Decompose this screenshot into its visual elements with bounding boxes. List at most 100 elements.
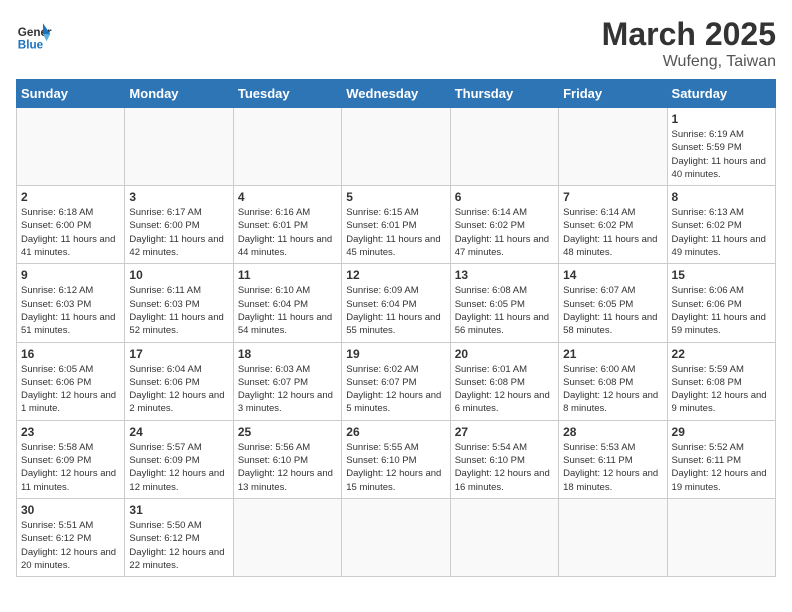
table-row (233, 108, 341, 186)
header-thursday: Thursday (450, 80, 558, 108)
table-row (342, 108, 450, 186)
day-info: Sunrise: 5:53 AM Sunset: 6:11 PM Dayligh… (563, 441, 662, 494)
day-number: 10 (129, 268, 228, 282)
table-row: 21 Sunrise: 6:00 AM Sunset: 6:08 PM Dayli… (559, 342, 667, 420)
table-row: 25 Sunrise: 5:56 AM Sunset: 6:10 PM Dayli… (233, 420, 341, 498)
day-info: Sunrise: 5:50 AM Sunset: 6:12 PM Dayligh… (129, 519, 228, 572)
calendar-row: 23Sunrise: 5:58 AM Sunset: 6:09 PM Dayli… (17, 420, 776, 498)
day-info: Sunrise: 5:59 AM Sunset: 6:08 PM Dayligh… (672, 363, 771, 416)
day-number: 17 (129, 347, 228, 361)
day-number: 7 (563, 190, 662, 204)
header-sunday: Sunday (17, 80, 125, 108)
day-number: 16 (21, 347, 120, 361)
day-info: Sunrise: 6:11 AM Sunset: 6:03 PM Dayligh… (129, 284, 228, 337)
calendar-row: 30Sunrise: 5:51 AM Sunset: 6:12 PM Dayli… (17, 498, 776, 576)
day-info: Sunrise: 6:16 AM Sunset: 6:01 PM Dayligh… (238, 206, 337, 259)
day-number: 30 (21, 503, 120, 517)
day-number: 22 (672, 347, 771, 361)
table-row: 22 Sunrise: 5:59 AM Sunset: 6:08 PM Dayli… (667, 342, 775, 420)
day-number: 23 (21, 425, 120, 439)
day-number: 3 (129, 190, 228, 204)
table-row: 15Sunrise: 6:06 AM Sunset: 6:06 PM Dayli… (667, 264, 775, 342)
table-row (450, 498, 558, 576)
header-monday: Monday (125, 80, 233, 108)
table-row: 6 Sunrise: 6:14 AM Sunset: 6:02 PM Daylig… (450, 186, 558, 264)
table-row: 5 Sunrise: 6:15 AM Sunset: 6:01 PM Daylig… (342, 186, 450, 264)
day-number: 19 (346, 347, 445, 361)
calendar-title: March 2025 (602, 16, 776, 53)
table-row: 13Sunrise: 6:08 AM Sunset: 6:05 PM Dayli… (450, 264, 558, 342)
table-row (559, 498, 667, 576)
logo: General Blue (16, 16, 52, 52)
table-row: 17 Sunrise: 6:04 AM Sunset: 6:06 PM Dayli… (125, 342, 233, 420)
table-row (342, 498, 450, 576)
day-number: 29 (672, 425, 771, 439)
table-row: 24Sunrise: 5:57 AM Sunset: 6:09 PM Dayli… (125, 420, 233, 498)
day-number: 14 (563, 268, 662, 282)
day-info: Sunrise: 6:05 AM Sunset: 6:06 PM Dayligh… (21, 363, 120, 416)
table-row: 8Sunrise: 6:13 AM Sunset: 6:02 PM Daylig… (667, 186, 775, 264)
day-info: Sunrise: 6:01 AM Sunset: 6:08 PM Dayligh… (455, 363, 554, 416)
day-info: Sunrise: 6:09 AM Sunset: 6:04 PM Dayligh… (346, 284, 445, 337)
generalblue-logo-icon: General Blue (16, 16, 52, 52)
day-info: Sunrise: 6:04 AM Sunset: 6:06 PM Dayligh… (129, 363, 228, 416)
day-info: Sunrise: 6:17 AM Sunset: 6:00 PM Dayligh… (129, 206, 228, 259)
day-number: 11 (238, 268, 337, 282)
table-row: 18Sunrise: 6:03 AM Sunset: 6:07 PM Dayli… (233, 342, 341, 420)
table-row: 29Sunrise: 5:52 AM Sunset: 6:11 PM Dayli… (667, 420, 775, 498)
day-info: Sunrise: 5:54 AM Sunset: 6:10 PM Dayligh… (455, 441, 554, 494)
table-row: 14 Sunrise: 6:07 AM Sunset: 6:05 PM Dayli… (559, 264, 667, 342)
day-info: Sunrise: 6:14 AM Sunset: 6:02 PM Dayligh… (455, 206, 554, 259)
day-number: 25 (238, 425, 337, 439)
day-number: 2 (21, 190, 120, 204)
day-number: 6 (455, 190, 554, 204)
table-row: 2 Sunrise: 6:18 AM Sunset: 6:00 PM Daylig… (17, 186, 125, 264)
table-row: 7Sunrise: 6:14 AM Sunset: 6:02 PM Daylig… (559, 186, 667, 264)
header-tuesday: Tuesday (233, 80, 341, 108)
header-saturday: Saturday (667, 80, 775, 108)
table-row: 27 Sunrise: 5:54 AM Sunset: 6:10 PM Dayli… (450, 420, 558, 498)
day-number: 8 (672, 190, 771, 204)
table-row: 20 Sunrise: 6:01 AM Sunset: 6:08 PM Dayli… (450, 342, 558, 420)
day-info: Sunrise: 6:19 AM Sunset: 5:59 PM Dayligh… (672, 128, 771, 181)
day-info: Sunrise: 6:08 AM Sunset: 6:05 PM Dayligh… (455, 284, 554, 337)
calendar-subtitle: Wufeng, Taiwan (602, 53, 776, 71)
day-info: Sunrise: 6:12 AM Sunset: 6:03 PM Dayligh… (21, 284, 120, 337)
table-row: 3 Sunrise: 6:17 AM Sunset: 6:00 PM Daylig… (125, 186, 233, 264)
day-number: 9 (21, 268, 120, 282)
day-number: 1 (672, 112, 771, 126)
day-info: Sunrise: 6:10 AM Sunset: 6:04 PM Dayligh… (238, 284, 337, 337)
weekday-header-row: Sunday Monday Tuesday Wednesday Thursday… (17, 80, 776, 108)
day-info: Sunrise: 6:00 AM Sunset: 6:08 PM Dayligh… (563, 363, 662, 416)
svg-text:Blue: Blue (18, 38, 44, 51)
table-row: 11 Sunrise: 6:10 AM Sunset: 6:04 PM Dayli… (233, 264, 341, 342)
title-area: March 2025 Wufeng, Taiwan (602, 16, 776, 71)
table-row (450, 108, 558, 186)
day-info: Sunrise: 6:15 AM Sunset: 6:01 PM Dayligh… (346, 206, 445, 259)
day-number: 4 (238, 190, 337, 204)
day-info: Sunrise: 6:18 AM Sunset: 6:00 PM Dayligh… (21, 206, 120, 259)
header-friday: Friday (559, 80, 667, 108)
day-info: Sunrise: 6:02 AM Sunset: 6:07 PM Dayligh… (346, 363, 445, 416)
header: General Blue March 2025 Wufeng, Taiwan (16, 16, 776, 71)
table-row (17, 108, 125, 186)
table-row: 1 Sunrise: 6:19 AM Sunset: 5:59 PM Daylig… (667, 108, 775, 186)
day-info: Sunrise: 5:56 AM Sunset: 6:10 PM Dayligh… (238, 441, 337, 494)
day-number: 24 (129, 425, 228, 439)
day-number: 21 (563, 347, 662, 361)
day-number: 20 (455, 347, 554, 361)
day-number: 27 (455, 425, 554, 439)
calendar-row: 16 Sunrise: 6:05 AM Sunset: 6:06 PM Dayli… (17, 342, 776, 420)
day-info: Sunrise: 6:07 AM Sunset: 6:05 PM Dayligh… (563, 284, 662, 337)
day-number: 12 (346, 268, 445, 282)
table-row: 31Sunrise: 5:50 AM Sunset: 6:12 PM Dayli… (125, 498, 233, 576)
day-info: Sunrise: 6:03 AM Sunset: 6:07 PM Dayligh… (238, 363, 337, 416)
table-row: 12 Sunrise: 6:09 AM Sunset: 6:04 PM Dayli… (342, 264, 450, 342)
day-info: Sunrise: 6:06 AM Sunset: 6:06 PM Dayligh… (672, 284, 771, 337)
day-number: 5 (346, 190, 445, 204)
day-number: 26 (346, 425, 445, 439)
calendar-row: 2 Sunrise: 6:18 AM Sunset: 6:00 PM Daylig… (17, 186, 776, 264)
day-number: 28 (563, 425, 662, 439)
table-row: 19 Sunrise: 6:02 AM Sunset: 6:07 PM Dayli… (342, 342, 450, 420)
table-row: 9 Sunrise: 6:12 AM Sunset: 6:03 PM Daylig… (17, 264, 125, 342)
